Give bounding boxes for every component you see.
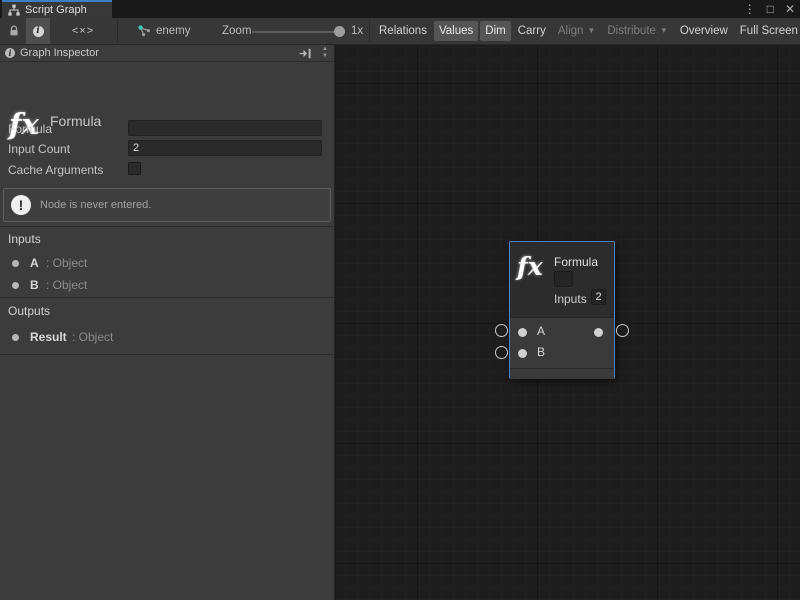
outer-input-port-b-icon[interactable]: [495, 346, 508, 359]
maximize-icon[interactable]: □: [767, 3, 774, 15]
graph-inspector-panel: i Graph Inspector ▲ ▼ fx Formula Formula…: [0, 45, 335, 600]
inspector-toggle-button[interactable]: i: [26, 18, 50, 44]
input-count-field-row: Input Count: [0, 140, 334, 158]
info-icon: i: [33, 26, 44, 37]
node-title: Formula: [554, 255, 598, 269]
lock-button[interactable]: [2, 18, 26, 44]
input-port-icon[interactable]: [518, 349, 527, 358]
toolbar-separator: [117, 20, 118, 42]
dock-panel-icon[interactable]: [299, 48, 312, 59]
full-screen-button[interactable]: Full Screen: [735, 21, 800, 41]
section-divider: [0, 297, 334, 298]
outer-input-port-a-icon[interactable]: [495, 324, 508, 337]
code-view-button[interactable]: <×>: [68, 18, 98, 44]
zoom-slider-handle[interactable]: [334, 26, 345, 37]
inputs-section-title: Inputs: [8, 232, 41, 246]
fx-icon: fx: [517, 254, 543, 279]
formula-node-header: fx Formula Inputs 2: [510, 242, 614, 317]
port-dot-icon: [12, 334, 19, 341]
warning-box: ! Node is never entered.: [3, 188, 331, 222]
formula-node-body: A B: [510, 317, 614, 368]
breadcrumb-label: enemy: [156, 25, 191, 37]
zoom-slider-track[interactable]: [252, 31, 345, 33]
tab-script-graph[interactable]: Script Graph: [2, 0, 112, 18]
cache-arguments-label: Cache Arguments: [8, 163, 103, 177]
zoom-label: Zoom: [222, 18, 251, 44]
toolbar: i <×> enemy Zoom 1x Relations Values Dim…: [0, 18, 800, 45]
node-port-row-b: B: [510, 344, 614, 362]
tab-label: Script Graph: [25, 4, 87, 16]
spinner-down-icon[interactable]: ▼: [322, 53, 328, 60]
spinner-up-icon[interactable]: ▲: [322, 46, 328, 53]
formula-node[interactable]: fx Formula Inputs 2 A B: [509, 241, 615, 379]
cache-arguments-field-row: Cache Arguments: [0, 161, 334, 179]
output-port-row: Result : Object: [0, 330, 334, 346]
formula-field-label: Formula: [8, 122, 52, 136]
chevron-down-icon: ▼: [587, 27, 595, 35]
formula-node-footer: [510, 368, 614, 379]
warning-text: Node is never entered.: [40, 199, 151, 211]
section-divider: [0, 226, 334, 227]
graph-link-icon: [138, 25, 151, 37]
input-count-label: Input Count: [8, 142, 70, 156]
carry-button[interactable]: Carry: [513, 21, 551, 41]
port-dot-icon: [12, 260, 19, 267]
warning-icon: !: [11, 195, 31, 215]
script-graph-icon: [8, 4, 20, 16]
chevron-down-icon: ▼: [660, 27, 668, 35]
outputs-section-title: Outputs: [8, 304, 50, 318]
input-count-input[interactable]: [128, 140, 322, 156]
code-icon: <×>: [72, 25, 94, 37]
input-port-icon[interactable]: [518, 328, 527, 337]
dim-button[interactable]: Dim: [480, 21, 510, 41]
zoom-value: 1x: [351, 18, 363, 44]
node-inputs-count-field[interactable]: 2: [591, 289, 606, 305]
node-inputs-label: Inputs: [554, 292, 587, 306]
relations-button[interactable]: Relations: [374, 21, 432, 41]
inspector-header: i Graph Inspector ▲ ▼: [0, 45, 334, 62]
overview-button[interactable]: Overview: [675, 21, 733, 41]
cache-arguments-checkbox[interactable]: [128, 162, 141, 175]
distribute-dropdown[interactable]: Distribute ▼: [602, 21, 673, 41]
values-button[interactable]: Values: [434, 21, 478, 41]
close-icon[interactable]: ✕: [785, 3, 795, 15]
scroll-spinner[interactable]: ▲ ▼: [322, 46, 328, 60]
titlebar: Script Graph ⋮ □ ✕: [0, 0, 800, 18]
window-menu-icon[interactable]: ⋮: [744, 3, 756, 15]
graph-canvas[interactable]: fx Formula Inputs 2 A B: [336, 45, 800, 600]
window-controls: ⋮ □ ✕: [744, 0, 795, 18]
input-port-row: B : Object: [0, 278, 334, 294]
lock-icon: [8, 25, 20, 37]
toolbar-buttons: Relations Values Dim Carry Align ▼ Distr…: [374, 18, 800, 44]
section-divider: [0, 354, 334, 355]
inspector-title: Graph Inspector: [20, 47, 99, 59]
formula-field-row: Formula: [0, 120, 334, 138]
port-dot-icon: [12, 282, 19, 289]
node-formula-field[interactable]: [554, 271, 573, 287]
breadcrumb[interactable]: enemy: [138, 18, 191, 44]
outer-output-port-icon[interactable]: [616, 324, 629, 337]
output-port-icon[interactable]: [594, 328, 603, 337]
align-dropdown[interactable]: Align ▼: [553, 21, 601, 41]
formula-input[interactable]: [128, 120, 322, 136]
input-port-row: A : Object: [0, 256, 334, 272]
toolbar-separator: [369, 20, 370, 42]
info-icon: i: [5, 48, 15, 58]
